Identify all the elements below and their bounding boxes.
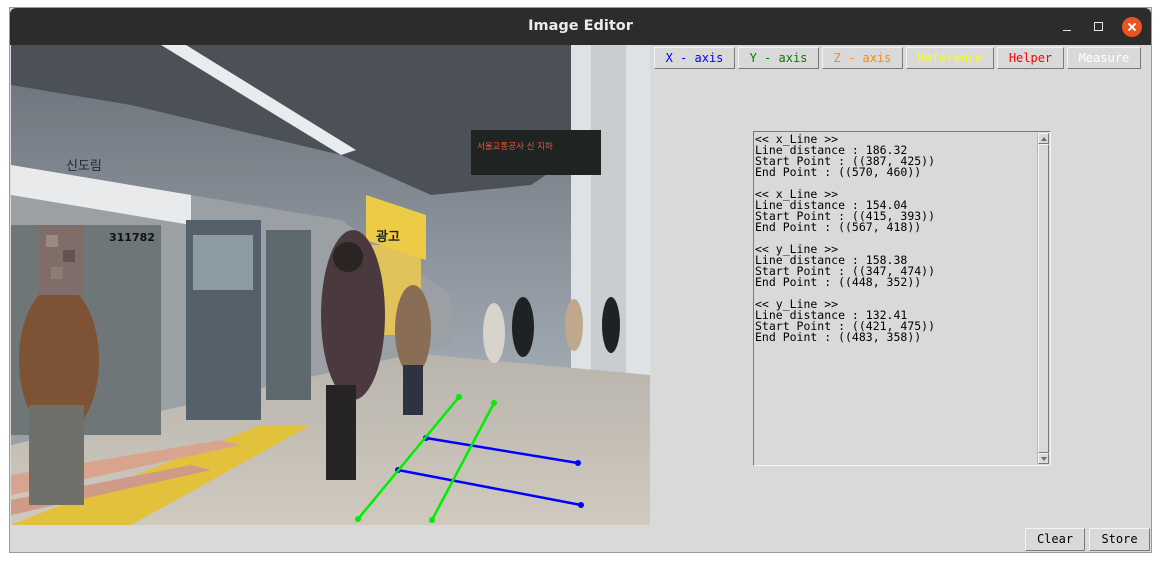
- station-sign: 신도림: [66, 159, 102, 174]
- clear-button[interactable]: Clear: [1025, 528, 1085, 551]
- start-point-handle[interactable]: [429, 517, 435, 523]
- maximize-button[interactable]: [1089, 17, 1109, 37]
- scroll-down-arrow[interactable]: [1038, 453, 1049, 464]
- measurement-text[interactable]: << x_Line >> Line distance : 186.32 Star…: [755, 134, 1035, 462]
- end-point-handle[interactable]: [575, 460, 581, 466]
- scroll-thumb[interactable]: [1038, 144, 1049, 453]
- photo-background: [11, 45, 650, 525]
- store-button[interactable]: Store: [1089, 528, 1150, 551]
- car-number: 311782: [109, 231, 155, 244]
- led-sign-text: 서울교통공사 신 지하: [477, 141, 553, 152]
- end-point-handle[interactable]: [491, 400, 497, 406]
- end-point-handle[interactable]: [456, 394, 462, 400]
- arrow-down-icon: [1041, 457, 1047, 461]
- arrow-up-icon: [1041, 137, 1047, 141]
- vertical-scrollbar[interactable]: [1037, 133, 1049, 464]
- scroll-up-arrow[interactable]: [1038, 133, 1049, 144]
- z-axis-button[interactable]: Z - axis: [822, 47, 903, 69]
- x-axis-button[interactable]: X - axis: [654, 47, 735, 69]
- reference-button[interactable]: Reference: [906, 47, 994, 69]
- image-canvas[interactable]: 신도림 311782 서울교통공사 신 지하 광고: [11, 45, 650, 525]
- minimize-button[interactable]: [1057, 17, 1077, 37]
- measure-button[interactable]: Measure: [1067, 47, 1141, 69]
- y-axis-button[interactable]: Y - axis: [738, 47, 819, 69]
- title-bar: Image Editor: [10, 8, 1151, 45]
- measurement-output[interactable]: << x_Line >> Line distance : 186.32 Star…: [753, 131, 1051, 466]
- ad-banner-text: 광고: [376, 230, 400, 245]
- helper-button[interactable]: Helper: [997, 47, 1064, 69]
- close-button[interactable]: [1122, 17, 1142, 37]
- start-point-handle[interactable]: [355, 516, 361, 522]
- window-title: Image Editor: [528, 18, 633, 34]
- image-editor-window: Image Editor 신도림 311782 서울교통공사 신 지하 광고 X…: [10, 8, 1151, 552]
- end-point-handle[interactable]: [578, 502, 584, 508]
